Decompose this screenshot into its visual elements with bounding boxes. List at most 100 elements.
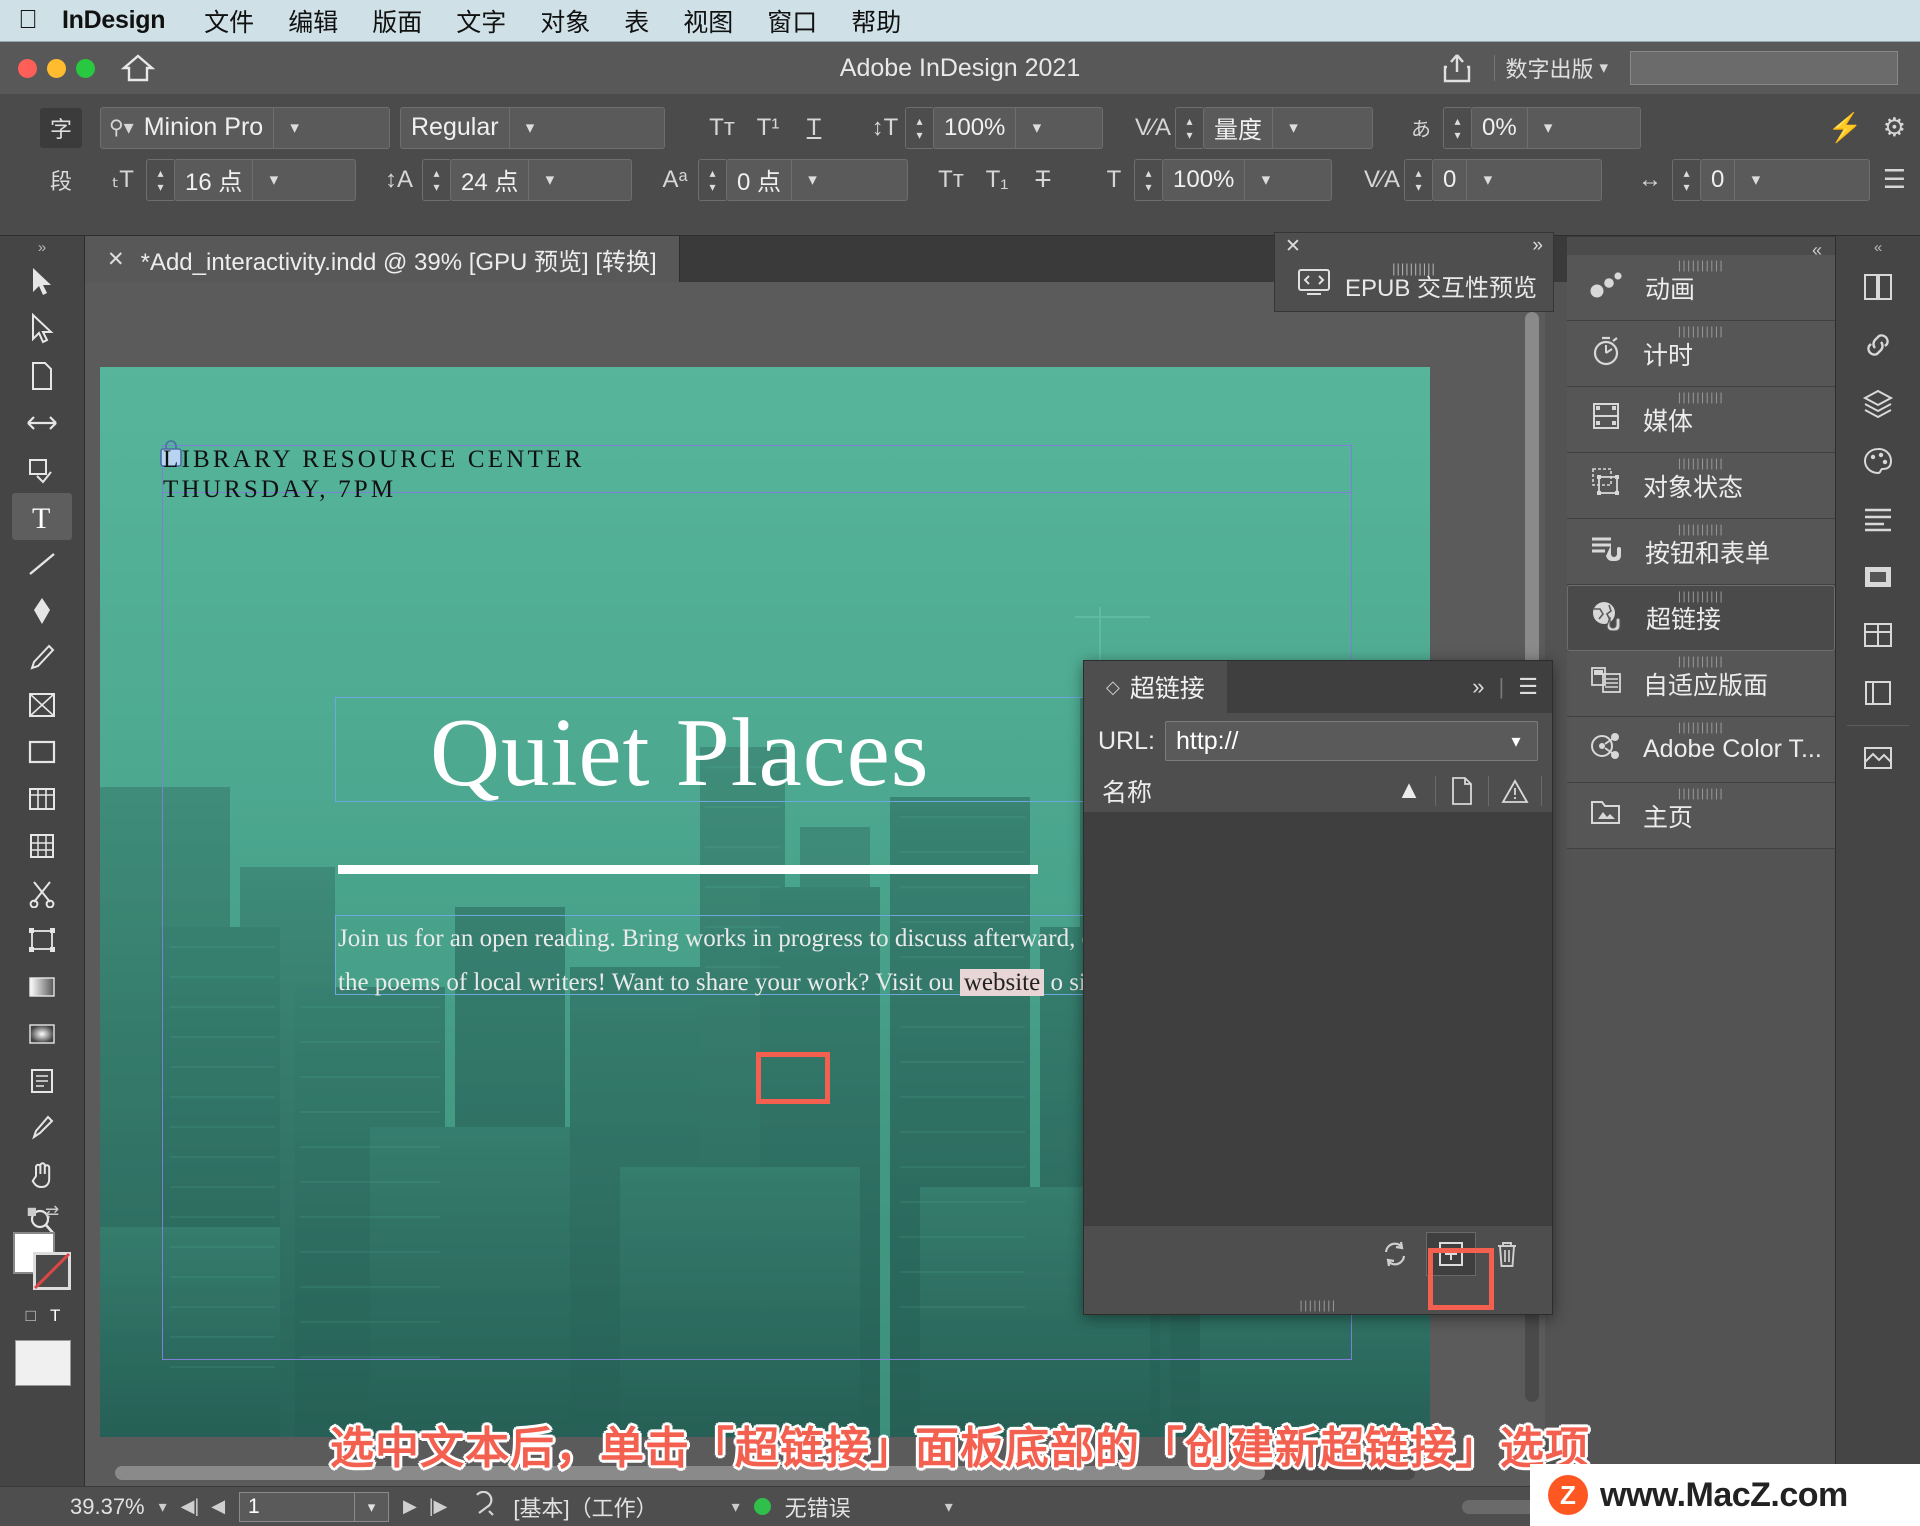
- all-caps-icon[interactable]: Tᴛ: [699, 114, 745, 142]
- panel-grip[interactable]: ||||||||||: [1678, 258, 1724, 272]
- close-icon[interactable]: ✕: [1285, 235, 1301, 258]
- panel-item-media[interactable]: |||||||||| 媒体: [1567, 387, 1835, 453]
- table-tool[interactable]: [12, 822, 72, 869]
- share-icon[interactable]: [1430, 52, 1484, 84]
- font-style-field[interactable]: Regular ▾: [400, 106, 665, 149]
- toolbox-grip[interactable]: »: [0, 236, 84, 258]
- chevron-down-icon[interactable]: ▾: [732, 1497, 740, 1517]
- panel-item-buttons-forms[interactable]: |||||||||| 按钮和表单: [1567, 519, 1835, 585]
- formatting-text-icon[interactable]: T: [50, 1306, 60, 1326]
- chevron-down-icon[interactable]: ▾: [791, 159, 833, 200]
- selection-tool[interactable]: [12, 258, 72, 305]
- stroke-panel-icon[interactable]: [1849, 548, 1907, 606]
- hand-tool[interactable]: [12, 1151, 72, 1198]
- panel-grip[interactable]: ||||||||||: [1678, 522, 1724, 536]
- sort-ascending-icon[interactable]: ▲: [1383, 776, 1435, 805]
- close-icon[interactable]: ✕: [107, 247, 125, 272]
- scissors-tool[interactable]: [12, 869, 72, 916]
- font-size-field[interactable]: 16 点 ▾: [174, 158, 356, 201]
- panel-item-animation[interactable]: |||||||||| 动画: [1567, 255, 1835, 321]
- table-panel-icon[interactable]: [1849, 606, 1907, 664]
- kerning-field[interactable]: 量度 ▾: [1203, 106, 1373, 149]
- prev-page-icon[interactable]: ◀: [211, 1496, 225, 1517]
- tracking-stepper[interactable]: ▴ ▾: [1404, 158, 1432, 201]
- menu-app-name[interactable]: InDesign: [56, 6, 187, 35]
- menu-item-type[interactable]: 文字: [439, 3, 523, 39]
- pages-panel-icon[interactable]: [1849, 258, 1907, 316]
- preflight-icon[interactable]: [471, 1490, 499, 1523]
- note-tool[interactable]: [12, 1057, 72, 1104]
- page-tool[interactable]: [12, 352, 72, 399]
- double-chevron-right-icon[interactable]: »: [1532, 235, 1543, 257]
- double-chevron-right-icon[interactable]: »: [1472, 674, 1484, 700]
- baseline-shift-stepper[interactable]: ▴ ▾: [698, 158, 726, 201]
- rectangle-tool[interactable]: [12, 728, 72, 775]
- chevron-down-icon[interactable]: ▾: [1599, 58, 1608, 78]
- minimize-window-button[interactable]: [47, 58, 66, 78]
- chevron-down-icon[interactable]: ▾: [945, 1497, 953, 1517]
- vertical-scale-stepper[interactable]: ▴ ▾: [905, 106, 933, 149]
- swap-fill-stroke-icon[interactable]: ⇄: [45, 1202, 59, 1222]
- menu-item-edit[interactable]: 编辑: [271, 3, 355, 39]
- book-panel-icon[interactable]: [1849, 664, 1907, 722]
- tsume-stepper[interactable]: ▴ ▾: [1443, 106, 1471, 149]
- workspace-selector-label[interactable]: 数字出版: [1505, 52, 1599, 84]
- apply-color-swatch[interactable]: [15, 1340, 71, 1386]
- default-fill-stroke-icon[interactable]: ■: [27, 1202, 37, 1222]
- formatting-container-icon[interactable]: □: [26, 1306, 36, 1326]
- panel-resize-grip[interactable]: ||||||||: [1300, 1298, 1337, 1312]
- dock-grip[interactable]: «: [1836, 236, 1920, 258]
- panel-grip[interactable]: ||||||||||: [1678, 654, 1724, 668]
- hamburger-menu-icon[interactable]: ☰: [1518, 674, 1538, 700]
- chevron-down-icon[interactable]: ▾: [1015, 107, 1057, 148]
- menu-item-file[interactable]: 文件: [187, 3, 271, 39]
- horizontal-scale-field[interactable]: 100% ▾: [1162, 158, 1332, 201]
- free-transform-tool[interactable]: [12, 916, 72, 963]
- refresh-icon[interactable]: [1370, 1232, 1420, 1276]
- panel-item-master-pages[interactable]: |||||||||| 主页: [1567, 783, 1835, 849]
- panel-grip[interactable]: ||||||||||: [1678, 324, 1724, 338]
- horizontal-scale-stepper[interactable]: ▴ ▾: [1134, 158, 1162, 201]
- document-tab[interactable]: ✕ *Add_interactivity.indd @ 39% [GPU 预览]…: [85, 236, 680, 282]
- paragraph-styles-icon[interactable]: [1849, 490, 1907, 548]
- panel-grip[interactable]: ||||||||||: [1678, 786, 1724, 800]
- baseline-shift-field[interactable]: 0 点 ▾: [726, 158, 908, 201]
- chevron-down-icon[interactable]: ▾: [1272, 107, 1314, 148]
- panel-item-object-states[interactable]: |||||||||| 对象状态: [1567, 453, 1835, 519]
- paragraph-formatting-button[interactable]: 段: [40, 160, 82, 200]
- chevron-down-icon[interactable]: ▾: [508, 107, 551, 148]
- chevron-down-icon[interactable]: ▾: [273, 107, 315, 148]
- panel-item-hyperlinks[interactable]: |||||||||| 超链接: [1567, 585, 1835, 651]
- preflight-profile-label[interactable]: [基本]（工作）: [513, 1491, 657, 1523]
- font-size-stepper[interactable]: ▴ ▾: [146, 158, 174, 201]
- pencil-tool[interactable]: [12, 634, 72, 681]
- frame-tool[interactable]: [12, 681, 72, 728]
- eyedropper-tool[interactable]: [12, 1104, 72, 1151]
- selected-text-website[interactable]: website: [959, 968, 1045, 996]
- subscript-icon[interactable]: T₁: [974, 166, 1020, 194]
- gear-icon[interactable]: ⚙: [1883, 112, 1906, 143]
- menu-item-layout[interactable]: 版面: [355, 3, 439, 39]
- panel-grip[interactable]: ||||||||||: [1678, 589, 1724, 603]
- home-icon[interactable]: [121, 53, 155, 83]
- links-panel-icon[interactable]: [1849, 316, 1907, 374]
- panel-item-timing[interactable]: |||||||||| 计时: [1567, 321, 1835, 387]
- font-family-field[interactable]: ⚲▾ Minion Pro ▾: [100, 106, 390, 149]
- grid-spacing-stepper[interactable]: ▴ ▾: [1672, 158, 1700, 201]
- hyperlinks-panel-tab[interactable]: ◇ 超链接: [1084, 661, 1227, 713]
- leading-stepper[interactable]: ▴ ▾: [422, 158, 450, 201]
- epub-preview-panel[interactable]: ✕ » |||||||||| EPUB 交互性预览: [1274, 232, 1554, 312]
- panel-item-liquid-layout[interactable]: |||||||||| 自适应版面: [1567, 651, 1835, 717]
- layers-panel-icon[interactable]: [1849, 374, 1907, 432]
- zoom-level-value[interactable]: 39.37%: [70, 1494, 145, 1520]
- chevron-down-icon[interactable]: ▾: [252, 159, 294, 200]
- gradient-feather-tool[interactable]: [12, 1010, 72, 1057]
- chevron-down-icon[interactable]: ▾: [1734, 159, 1776, 200]
- direct-selection-tool[interactable]: [12, 305, 72, 352]
- next-page-icon[interactable]: ▶: [403, 1496, 417, 1517]
- chevron-down-icon[interactable]: ▾: [1466, 159, 1508, 200]
- hyperlinks-panel[interactable]: ◇ 超链接 » | ☰ URL: http:// ▾ 名称 ▲ ||||||||: [1083, 660, 1553, 1315]
- panel-grip[interactable]: ||||||||||: [1678, 456, 1724, 470]
- page-icon[interactable]: [1436, 776, 1488, 806]
- first-page-icon[interactable]: ◀|: [181, 1496, 200, 1517]
